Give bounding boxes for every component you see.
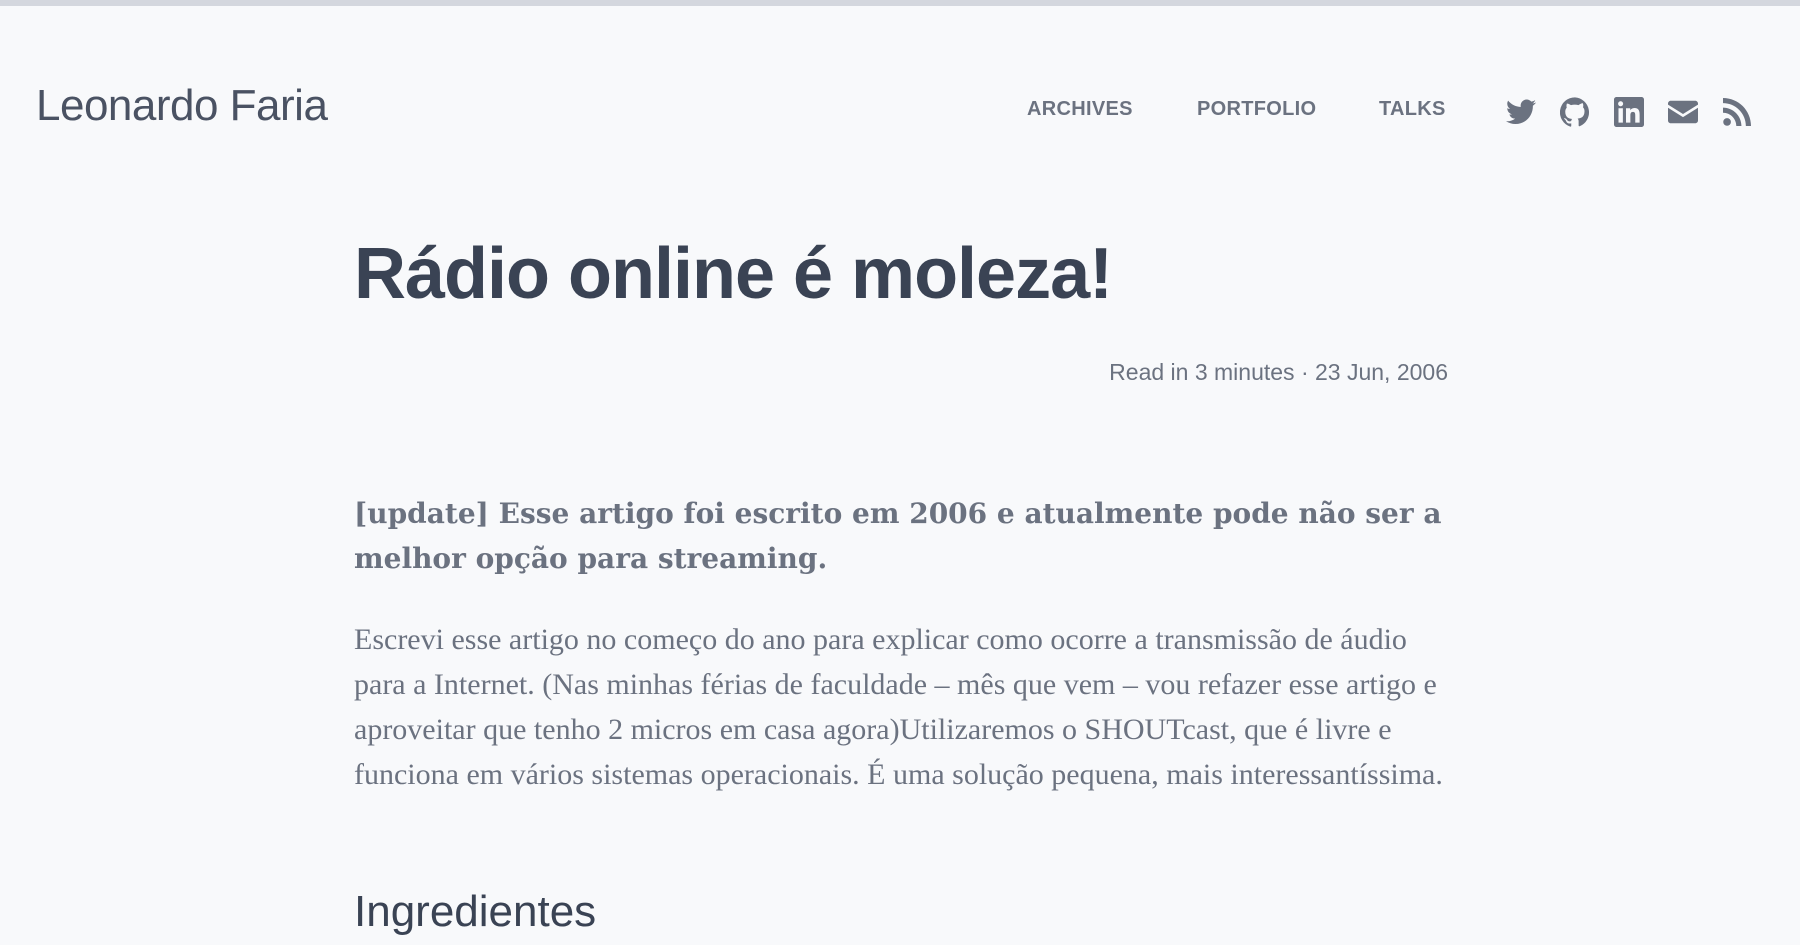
email-icon[interactable]: [1667, 96, 1699, 128]
site-title-link[interactable]: Leonardo Faria: [36, 84, 328, 128]
nav-link-archives[interactable]: ARCHIVES: [1027, 99, 1133, 119]
rss-icon[interactable]: [1721, 96, 1753, 128]
post-title: Rádio online é moleza!: [354, 234, 1113, 314]
site-header: Leonardo Faria ARCHIVES PORTFOLIO TALKS: [0, 6, 1800, 156]
update-note: [update] Esse artigo foi escrito em 2006…: [354, 497, 1442, 575]
github-icon[interactable]: [1559, 96, 1591, 128]
section-heading: Ingredientes: [354, 887, 597, 936]
nav-link-portfolio[interactable]: PORTFOLIO: [1197, 99, 1316, 119]
linkedin-icon[interactable]: [1613, 96, 1645, 128]
post-meta: Read in 3 minutes · 23 Jun, 2006: [1109, 359, 1448, 385]
nav-link-talks[interactable]: TALKS: [1379, 99, 1446, 119]
twitter-icon[interactable]: [1505, 96, 1537, 128]
article-paragraph: Escrevi esse artigo no começo do ano par…: [354, 623, 1443, 791]
